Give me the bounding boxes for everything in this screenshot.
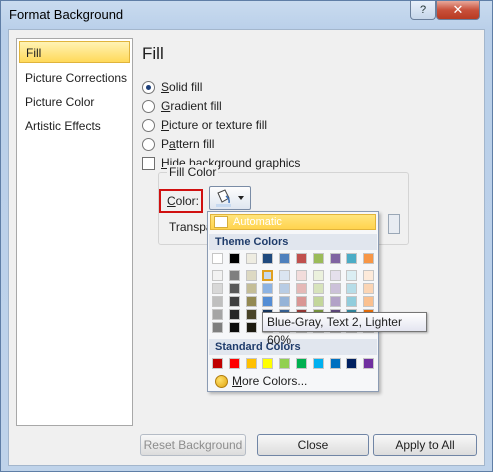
theme-shade-swatch[interactable] xyxy=(245,309,257,320)
theme-color-swatch[interactable] xyxy=(212,253,223,264)
theme-color-swatch[interactable] xyxy=(262,253,274,264)
color-tooltip: Blue-Gray, Text 2, Lighter 60% xyxy=(262,312,427,347)
gradient-fill-option[interactable]: Gradient fill xyxy=(142,97,222,115)
standard-color-swatch[interactable] xyxy=(262,358,274,369)
gradient-fill-radio[interactable] xyxy=(142,99,155,113)
solid-fill-option[interactable]: Solid fill xyxy=(142,78,202,96)
theme-shade-swatch[interactable] xyxy=(262,296,274,307)
picture-texture-fill-option[interactable]: Picture or texture fill xyxy=(142,116,267,134)
theme-color-swatch[interactable] xyxy=(279,253,291,264)
theme-shade-swatch[interactable] xyxy=(346,270,358,281)
color-label: Color: xyxy=(159,189,203,213)
theme-color-swatch[interactable] xyxy=(312,253,324,264)
standard-color-swatch[interactable] xyxy=(346,358,358,369)
apply-to-all-button[interactable]: Apply to All xyxy=(373,434,477,456)
theme-color-swatch[interactable] xyxy=(228,253,240,264)
theme-shade-swatch[interactable] xyxy=(228,296,240,307)
theme-shade-swatch[interactable] xyxy=(228,322,240,333)
theme-shade-swatch[interactable] xyxy=(346,283,358,294)
picture-fill-radio[interactable] xyxy=(142,118,155,132)
theme-shade-swatch[interactable] xyxy=(212,283,223,294)
standard-colors-heading: Standard Colors xyxy=(209,339,377,355)
more-colors-option[interactable]: More Colors... xyxy=(210,373,376,390)
theme-shade-swatch[interactable] xyxy=(245,296,257,307)
theme-shade-swatch[interactable] xyxy=(262,270,274,281)
theme-shade-swatch[interactable] xyxy=(212,296,223,307)
nav-item-picture-corrections[interactable]: Picture Corrections xyxy=(19,67,130,89)
nav-item-artistic-effects[interactable]: Artistic Effects xyxy=(19,115,130,137)
standard-color-swatch[interactable] xyxy=(312,358,324,369)
title-bar[interactable]: Format Background ? ✕ xyxy=(1,1,492,29)
theme-shade-swatch[interactable] xyxy=(245,283,257,294)
theme-shade-swatch[interactable] xyxy=(346,296,358,307)
help-button[interactable]: ? xyxy=(410,1,436,20)
theme-shade-swatch[interactable] xyxy=(329,296,341,307)
dialog-title: Format Background xyxy=(9,7,124,22)
solid-fill-radio[interactable] xyxy=(142,80,155,94)
standard-color-swatch[interactable] xyxy=(329,358,341,369)
close-button[interactable]: Close xyxy=(257,434,369,456)
standard-color-swatch[interactable] xyxy=(228,358,240,369)
theme-shade-swatch[interactable] xyxy=(329,270,341,281)
theme-color-swatch[interactable] xyxy=(363,253,375,264)
category-list: Fill Picture Corrections Picture Color A… xyxy=(16,38,133,426)
standard-color-swatch[interactable] xyxy=(245,358,257,369)
theme-shade-swatch[interactable] xyxy=(296,296,307,307)
standard-color-swatch[interactable] xyxy=(296,358,307,369)
theme-shade-swatch[interactable] xyxy=(228,283,240,294)
standard-color-swatch[interactable] xyxy=(279,358,291,369)
theme-color-swatch[interactable] xyxy=(245,253,257,264)
theme-color-swatch[interactable] xyxy=(329,253,341,264)
theme-shade-swatch[interactable] xyxy=(262,283,274,294)
theme-shade-swatch[interactable] xyxy=(312,283,324,294)
theme-shade-swatch[interactable] xyxy=(245,322,257,333)
chevron-down-icon xyxy=(238,196,244,200)
theme-shade-swatch[interactable] xyxy=(212,270,223,281)
theme-shade-swatch[interactable] xyxy=(296,270,307,281)
pattern-fill-radio[interactable] xyxy=(142,137,155,151)
theme-shade-swatch[interactable] xyxy=(228,309,240,320)
close-icon: ✕ xyxy=(452,2,464,17)
reset-background-button[interactable]: Reset Background xyxy=(140,434,246,456)
hide-background-graphics-option[interactable]: Hide background graphics xyxy=(142,154,300,172)
theme-shade-swatch[interactable] xyxy=(279,296,291,307)
theme-shade-swatch[interactable] xyxy=(312,296,324,307)
color-picker-button[interactable] xyxy=(209,186,251,210)
theme-shade-swatch[interactable] xyxy=(363,270,375,281)
automatic-color-option[interactable]: Automatic xyxy=(210,214,376,230)
nav-item-fill[interactable]: Fill xyxy=(19,41,130,63)
theme-shade-swatch[interactable] xyxy=(296,283,307,294)
nav-item-picture-color[interactable]: Picture Color xyxy=(19,91,130,113)
color-dropdown: Automatic Theme Colors Standard Colors M… xyxy=(207,211,379,392)
theme-shade-swatch[interactable] xyxy=(363,296,375,307)
paint-bucket-icon xyxy=(216,189,244,207)
hide-background-checkbox[interactable] xyxy=(142,156,155,170)
close-window-button[interactable]: ✕ xyxy=(436,1,480,20)
transparency-spinner[interactable] xyxy=(388,214,400,234)
theme-shade-swatch[interactable] xyxy=(329,283,341,294)
theme-colors-heading: Theme Colors xyxy=(209,234,377,250)
standard-color-swatch[interactable] xyxy=(363,358,375,369)
automatic-swatch xyxy=(214,216,228,228)
pattern-fill-option[interactable]: Pattern fill xyxy=(142,135,214,153)
theme-shade-swatch[interactable] xyxy=(245,270,257,281)
theme-color-swatch[interactable] xyxy=(296,253,307,264)
fill-color-label: Fill Color xyxy=(167,165,219,179)
theme-shade-swatch[interactable] xyxy=(212,322,223,333)
help-icon: ? xyxy=(419,4,427,16)
panel-heading: Fill xyxy=(142,44,164,63)
theme-shade-swatch[interactable] xyxy=(228,270,240,281)
standard-color-swatch[interactable] xyxy=(212,358,223,369)
theme-shade-swatch[interactable] xyxy=(363,283,375,294)
theme-shade-swatch[interactable] xyxy=(312,270,324,281)
theme-shade-swatch[interactable] xyxy=(279,270,291,281)
theme-shade-swatch[interactable] xyxy=(212,309,223,320)
theme-color-swatch[interactable] xyxy=(346,253,358,264)
theme-shade-swatch[interactable] xyxy=(279,283,291,294)
color-palette-icon xyxy=(215,375,228,388)
